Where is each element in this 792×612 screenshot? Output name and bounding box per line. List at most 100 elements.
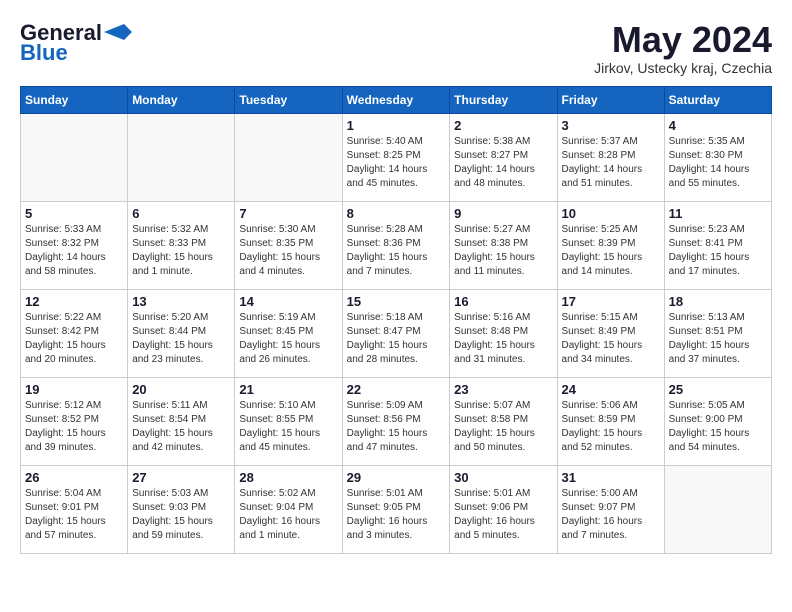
- calendar-cell: 30 Sunrise: 5:01 AMSunset: 9:06 PMDayligh…: [450, 465, 557, 553]
- calendar-header-row: SundayMondayTuesdayWednesdayThursdayFrid…: [21, 86, 772, 113]
- day-info: Sunrise: 5:01 AMSunset: 9:06 PMDaylight:…: [454, 487, 552, 543]
- calendar-cell: 27 Sunrise: 5:03 AMSunset: 9:03 PMDayligh…: [128, 465, 235, 553]
- title-block: May 2024 Jirkov, Ustecky kraj, Czechia: [594, 20, 772, 76]
- calendar-cell: 4Sunrise: 5:35 AMSunset: 8:30 PMDaylight…: [664, 113, 771, 201]
- day-info: Sunrise: 5:28 AMSunset: 8:36 PMDaylight:…: [347, 223, 446, 279]
- calendar-cell: [21, 113, 128, 201]
- day-info: Sunrise: 5:19 AMSunset: 8:45 PMDaylight:…: [239, 311, 337, 367]
- calendar-cell: 28 Sunrise: 5:02 AMSunset: 9:04 PMDayligh…: [235, 465, 342, 553]
- day-info: Sunrise: 5:20 AMSunset: 8:44 PMDaylight:…: [132, 311, 230, 367]
- calendar-cell: 3 Sunrise: 5:37 AMSunset: 8:28 PMDaylight…: [557, 113, 664, 201]
- day-info: Sunrise: 5:09 AMSunset: 8:56 PMDaylight:…: [347, 399, 446, 455]
- day-info: Sunrise: 5:05 AMSunset: 9:00 PMDaylight:…: [669, 399, 767, 455]
- logo: General Blue: [20, 20, 132, 66]
- day-info: Sunrise: 5:40 AMSunset: 8:25 PMDaylight:…: [347, 135, 446, 191]
- day-number: 6: [132, 206, 230, 221]
- calendar-week-row: 26Sunrise: 5:04 AMSunset: 9:01 PMDayligh…: [21, 465, 772, 553]
- day-info: Sunrise: 5:12 AMSunset: 8:52 PMDaylight:…: [25, 399, 123, 455]
- day-info: Sunrise: 5:38 AMSunset: 8:27 PMDaylight:…: [454, 135, 552, 191]
- calendar-cell: 1 Sunrise: 5:40 AMSunset: 8:25 PMDaylight…: [342, 113, 450, 201]
- calendar-cell: 23Sunrise: 5:07 AMSunset: 8:58 PMDayligh…: [450, 377, 557, 465]
- day-of-week-header: Friday: [557, 86, 664, 113]
- day-info: Sunrise: 5:27 AMSunset: 8:38 PMDaylight:…: [454, 223, 552, 279]
- day-number: 30: [454, 470, 552, 485]
- day-number: 28: [239, 470, 337, 485]
- calendar-cell: 11 Sunrise: 5:23 AMSunset: 8:41 PMDayligh…: [664, 201, 771, 289]
- day-info: Sunrise: 5:37 AMSunset: 8:28 PMDaylight:…: [562, 135, 660, 191]
- day-number: 14: [239, 294, 337, 309]
- day-info: Sunrise: 5:33 AMSunset: 8:32 PMDaylight:…: [25, 223, 123, 279]
- calendar-cell: 22 Sunrise: 5:09 AMSunset: 8:56 PMDayligh…: [342, 377, 450, 465]
- calendar-cell: 21 Sunrise: 5:10 AMSunset: 8:55 PMDayligh…: [235, 377, 342, 465]
- day-info: Sunrise: 5:02 AMSunset: 9:04 PMDaylight:…: [239, 487, 337, 543]
- calendar-week-row: 12 Sunrise: 5:22 AMSunset: 8:42 PMDayligh…: [21, 289, 772, 377]
- page-header: General Blue May 2024 Jirkov, Ustecky kr…: [20, 20, 772, 76]
- calendar-week-row: 1 Sunrise: 5:40 AMSunset: 8:25 PMDaylight…: [21, 113, 772, 201]
- day-number: 10: [562, 206, 660, 221]
- calendar-cell: 25 Sunrise: 5:05 AMSunset: 9:00 PMDayligh…: [664, 377, 771, 465]
- day-number: 13: [132, 294, 230, 309]
- day-info: Sunrise: 5:30 AMSunset: 8:35 PMDaylight:…: [239, 223, 337, 279]
- day-info: Sunrise: 5:25 AMSunset: 8:39 PMDaylight:…: [562, 223, 660, 279]
- calendar-cell: 29 Sunrise: 5:01 AMSunset: 9:05 PMDayligh…: [342, 465, 450, 553]
- calendar-cell: 18Sunrise: 5:13 AMSunset: 8:51 PMDayligh…: [664, 289, 771, 377]
- location-text: Jirkov, Ustecky kraj, Czechia: [594, 60, 772, 76]
- day-number: 5: [25, 206, 123, 221]
- calendar-cell: 13 Sunrise: 5:20 AMSunset: 8:44 PMDayligh…: [128, 289, 235, 377]
- calendar-cell: 31 Sunrise: 5:00 AMSunset: 9:07 PMDayligh…: [557, 465, 664, 553]
- day-number: 31: [562, 470, 660, 485]
- day-number: 22: [347, 382, 446, 397]
- calendar-cell: [664, 465, 771, 553]
- day-of-week-header: Wednesday: [342, 86, 450, 113]
- day-info: Sunrise: 5:32 AMSunset: 8:33 PMDaylight:…: [132, 223, 230, 279]
- calendar-cell: 10 Sunrise: 5:25 AMSunset: 8:39 PMDayligh…: [557, 201, 664, 289]
- day-info: Sunrise: 5:16 AMSunset: 8:48 PMDaylight:…: [454, 311, 552, 367]
- day-info: Sunrise: 5:00 AMSunset: 9:07 PMDaylight:…: [562, 487, 660, 543]
- day-number: 24: [562, 382, 660, 397]
- day-number: 16: [454, 294, 552, 309]
- day-info: Sunrise: 5:01 AMSunset: 9:05 PMDaylight:…: [347, 487, 446, 543]
- day-info: Sunrise: 5:10 AMSunset: 8:55 PMDaylight:…: [239, 399, 337, 455]
- day-info: Sunrise: 5:23 AMSunset: 8:41 PMDaylight:…: [669, 223, 767, 279]
- day-number: 7: [239, 206, 337, 221]
- day-number: 9: [454, 206, 552, 221]
- day-info: Sunrise: 5:13 AMSunset: 8:51 PMDaylight:…: [669, 311, 767, 367]
- calendar-cell: 20Sunrise: 5:11 AMSunset: 8:54 PMDayligh…: [128, 377, 235, 465]
- calendar-cell: 17 Sunrise: 5:15 AMSunset: 8:49 PMDayligh…: [557, 289, 664, 377]
- calendar-cell: 24 Sunrise: 5:06 AMSunset: 8:59 PMDayligh…: [557, 377, 664, 465]
- day-number: 2: [454, 118, 552, 133]
- calendar-cell: 16 Sunrise: 5:16 AMSunset: 8:48 PMDayligh…: [450, 289, 557, 377]
- day-info: Sunrise: 5:15 AMSunset: 8:49 PMDaylight:…: [562, 311, 660, 367]
- calendar-cell: 5 Sunrise: 5:33 AMSunset: 8:32 PMDaylight…: [21, 201, 128, 289]
- calendar-week-row: 19Sunrise: 5:12 AMSunset: 8:52 PMDayligh…: [21, 377, 772, 465]
- day-number: 17: [562, 294, 660, 309]
- calendar-cell: [128, 113, 235, 201]
- calendar-cell: 8Sunrise: 5:28 AMSunset: 8:36 PMDaylight…: [342, 201, 450, 289]
- day-number: 27: [132, 470, 230, 485]
- day-info: Sunrise: 5:03 AMSunset: 9:03 PMDaylight:…: [132, 487, 230, 543]
- day-number: 29: [347, 470, 446, 485]
- day-number: 3: [562, 118, 660, 133]
- logo-icon: [104, 24, 132, 40]
- day-number: 1: [347, 118, 446, 133]
- day-number: 15: [347, 294, 446, 309]
- day-info: Sunrise: 5:22 AMSunset: 8:42 PMDaylight:…: [25, 311, 123, 367]
- day-number: 25: [669, 382, 767, 397]
- day-of-week-header: Monday: [128, 86, 235, 113]
- day-info: Sunrise: 5:04 AMSunset: 9:01 PMDaylight:…: [25, 487, 123, 543]
- calendar-table: SundayMondayTuesdayWednesdayThursdayFrid…: [20, 86, 772, 554]
- day-number: 21: [239, 382, 337, 397]
- day-info: Sunrise: 5:07 AMSunset: 8:58 PMDaylight:…: [454, 399, 552, 455]
- calendar-cell: 26Sunrise: 5:04 AMSunset: 9:01 PMDayligh…: [21, 465, 128, 553]
- month-title: May 2024: [594, 20, 772, 60]
- day-info: Sunrise: 5:18 AMSunset: 8:47 PMDaylight:…: [347, 311, 446, 367]
- day-number: 12: [25, 294, 123, 309]
- logo-blue: Blue: [20, 40, 68, 66]
- day-of-week-header: Tuesday: [235, 86, 342, 113]
- calendar-cell: 14 Sunrise: 5:19 AMSunset: 8:45 PMDayligh…: [235, 289, 342, 377]
- calendar-cell: 15 Sunrise: 5:18 AMSunset: 8:47 PMDayligh…: [342, 289, 450, 377]
- day-number: 11: [669, 206, 767, 221]
- calendar-cell: 7 Sunrise: 5:30 AMSunset: 8:35 PMDaylight…: [235, 201, 342, 289]
- day-info: Sunrise: 5:06 AMSunset: 8:59 PMDaylight:…: [562, 399, 660, 455]
- calendar-cell: 2 Sunrise: 5:38 AMSunset: 8:27 PMDaylight…: [450, 113, 557, 201]
